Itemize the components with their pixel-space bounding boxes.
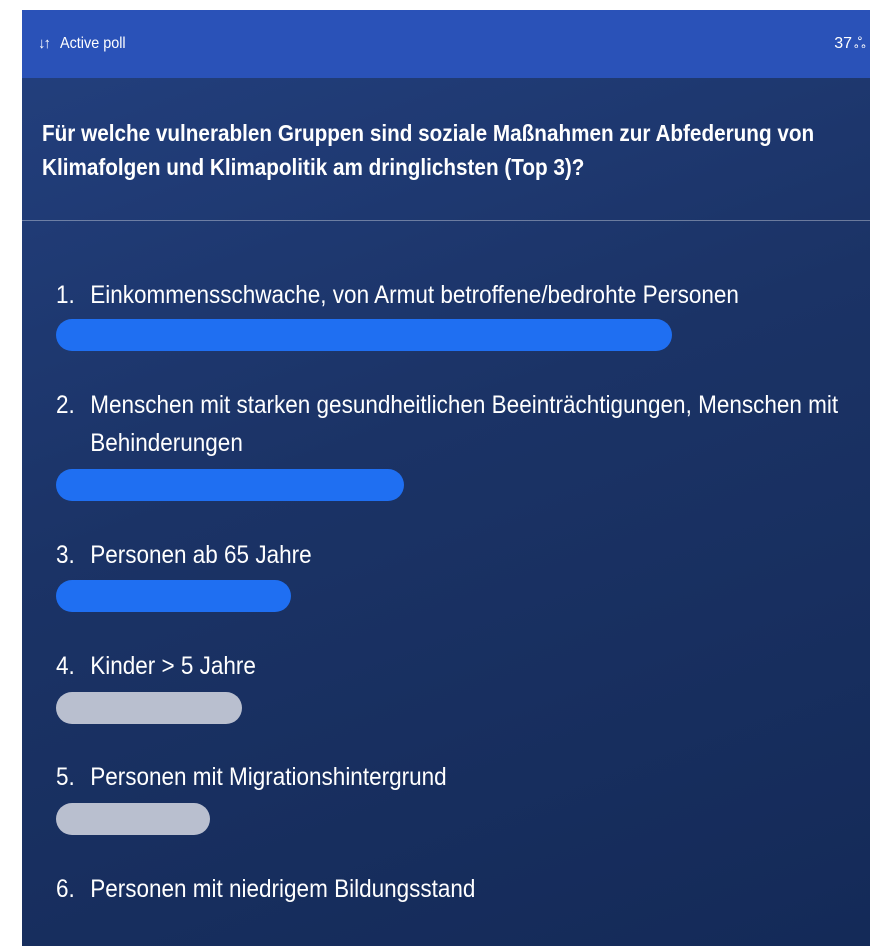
poll-option-label: 3. Personen ab 65 Jahre [56, 536, 312, 574]
option-text: Personen mit Migrationshintergrund [90, 763, 447, 791]
option-text: Menschen mit starken gesundheitlichen Be… [90, 391, 839, 419]
result-bar [56, 580, 291, 612]
option-number: 4. [56, 652, 75, 680]
option-number: 3. [56, 541, 75, 569]
poll-option-label: 5. Personen mit Migrationshintergrund [56, 758, 447, 796]
result-bar [56, 692, 242, 724]
option-number: 2. [56, 391, 75, 419]
poll-panel: ↓↑ Active poll 37 ஃ Für welche vulnerabl… [22, 10, 870, 946]
poll-option-label: 2. Menschen mit starken gesundheitlichen … [56, 386, 838, 462]
option-text: Kinder > 5 Jahre [90, 652, 256, 680]
option-number: 5. [56, 763, 75, 791]
option-text-continued: Behinderungen [90, 429, 243, 457]
option-text: Personen ab 65 Jahre [90, 541, 312, 569]
poll-options: 1. Einkommensschwache, von Armut betroffe… [22, 10, 870, 946]
option-number: 1. [56, 281, 75, 309]
option-text: Einkommensschwache, von Armut betroffene… [90, 281, 739, 309]
poll-option-label: 4. Kinder > 5 Jahre [56, 647, 256, 685]
result-bar [56, 319, 672, 351]
option-number: 6. [56, 875, 75, 903]
option-text: Personen mit niedrigem Bildungsstand [90, 875, 476, 903]
result-bar [56, 803, 210, 835]
poll-option-label: 1. Einkommensschwache, von Armut betroffe… [56, 276, 739, 314]
result-bar [56, 469, 404, 501]
poll-option-label: 6. Personen mit niedrigem Bildungsstand [56, 870, 475, 908]
